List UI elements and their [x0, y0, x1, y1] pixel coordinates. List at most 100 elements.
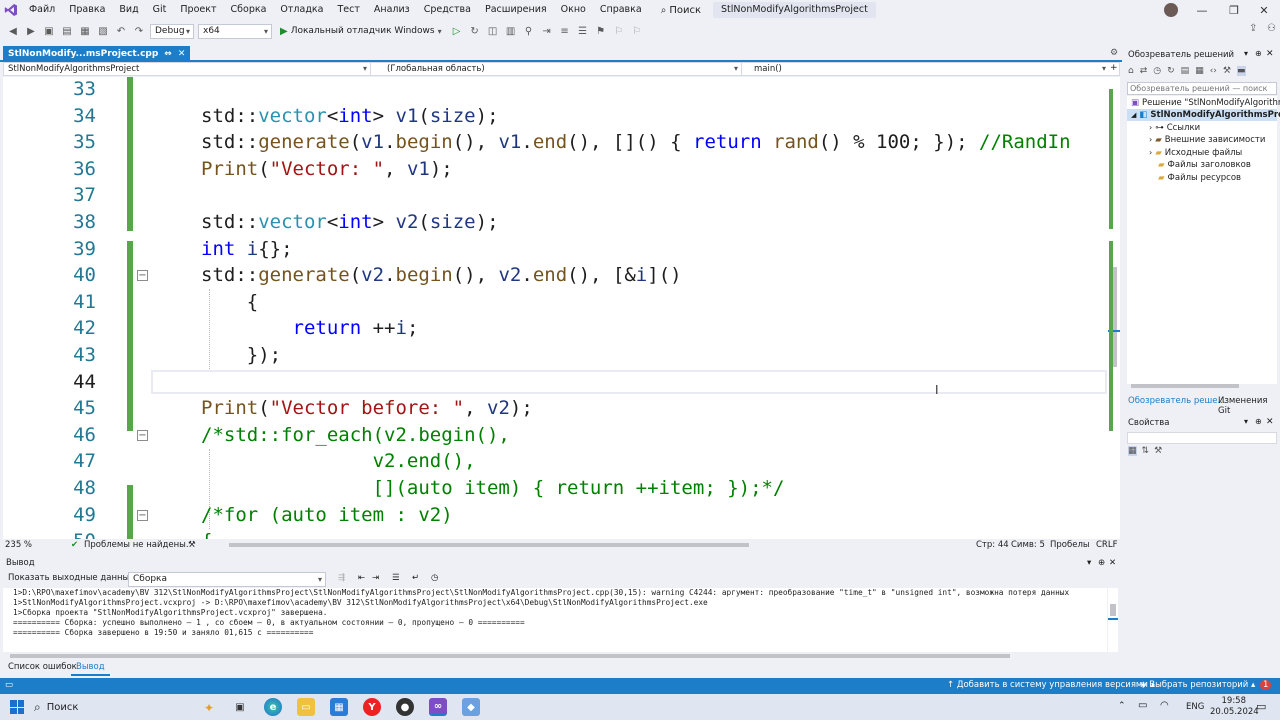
tab-git-changes[interactable]: Изменения Git	[1218, 396, 1280, 416]
task-view-icon[interactable]: ▣	[231, 698, 249, 716]
tab-solution-explorer[interactable]: Обозреватель реше...	[1128, 396, 1226, 406]
wifi-icon[interactable]: ◠	[1160, 700, 1169, 711]
dropdown-icon[interactable]: ▾	[1244, 417, 1248, 426]
line-indicator[interactable]: Стр: 44	[976, 540, 1009, 550]
code-line[interactable]: /*for (auto item : v2)	[201, 502, 453, 529]
word-wrap-icon[interactable]: ↵	[412, 573, 419, 583]
add-to-vcs[interactable]: ↑ Добавить в систему управления версиями…	[947, 680, 1155, 690]
yandex-icon[interactable]: Y	[363, 698, 381, 716]
whitespace-indicator[interactable]: Пробелы	[1050, 540, 1090, 550]
tree-item-resource-files[interactable]: ▰ Файлы ресурсов	[1158, 172, 1241, 184]
code-line[interactable]: std::vector<int> v1(size);	[201, 103, 499, 130]
code-view-icon[interactable]: ‹›	[1210, 66, 1217, 76]
menu-item-3[interactable]: Git	[146, 0, 174, 20]
live-share-icon[interactable]: ⇪	[1249, 23, 1257, 34]
tab-error-list[interactable]: Список ошибок	[3, 660, 82, 674]
back-icon[interactable]: ◀	[6, 24, 20, 38]
code-line[interactable]: Print("Vector before: ", v2);	[201, 395, 533, 422]
tab-close-icon[interactable]: ✕	[178, 46, 186, 62]
undo-icon[interactable]: ↶	[114, 24, 128, 38]
tree-item-project[interactable]: ◢ ◧ StlNonModifyAlgorithmsProject	[1127, 109, 1280, 121]
notifications-icon[interactable]: ▭	[1256, 700, 1266, 713]
code-line[interactable]: std::vector<int> v2(size);	[201, 209, 499, 236]
code-line[interactable]: return ++i;	[201, 315, 419, 342]
chevron-right-icon[interactable]: ›	[1149, 147, 1152, 159]
tree-item-references[interactable]: › ⊶ Ссылки	[1149, 122, 1200, 134]
fold-toggle[interactable]: −	[137, 270, 148, 281]
next-message-icon[interactable]: ⇥	[372, 573, 379, 583]
menu-item-9[interactable]: Средства	[417, 0, 478, 20]
clock-icon[interactable]: ◷	[431, 573, 438, 583]
output-vertical-scrollbar[interactable]	[1108, 588, 1118, 652]
file-explorer-icon[interactable]: ▭	[297, 698, 315, 716]
expand-triangle-icon[interactable]: ◢	[1131, 109, 1136, 121]
output-source-select[interactable]: Сборка	[128, 572, 326, 587]
tree-item-external-deps[interactable]: › ▰ Внешние зависимости	[1149, 134, 1265, 146]
store-icon[interactable]: ▦	[330, 698, 348, 716]
menu-item-12[interactable]: Справка	[593, 0, 649, 20]
menu-item-1[interactable]: Правка	[62, 0, 112, 20]
redo-icon[interactable]: ↷	[132, 24, 146, 38]
menu-item-2[interactable]: Вид	[112, 0, 145, 20]
panel-close-icon[interactable]: ✕	[1266, 417, 1274, 427]
feedback-icon[interactable]: ⚇	[1267, 23, 1276, 34]
menu-item-0[interactable]: Файл	[22, 0, 62, 20]
windows-start-icon[interactable]	[10, 700, 24, 714]
scroll-thumb[interactable]	[1110, 604, 1116, 616]
bookmark-icon[interactable]: ⚑	[594, 24, 608, 38]
settings-gear-icon[interactable]: ⚙	[1110, 48, 1118, 58]
pin-icon[interactable]: ⊕	[1255, 417, 1262, 426]
alphabetical-icon[interactable]: ⇅	[1142, 446, 1150, 456]
language-indicator[interactable]: ENG	[1186, 702, 1204, 712]
sync-icon[interactable]: ⇄	[1140, 66, 1148, 76]
menu-item-5[interactable]: Сборка	[224, 0, 274, 20]
code-editor[interactable]: − − − 33 34 35 36 37 38 39 40 41 42 43 44 45 46 47 48 49…	[3, 77, 1120, 539]
dropdown-icon[interactable]: ▾	[1087, 556, 1091, 570]
fold-toggle[interactable]: −	[137, 430, 148, 441]
editor-vertical-scrollbar[interactable]	[1108, 77, 1120, 539]
problems-status[interactable]: Проблемы не найдены.	[84, 540, 189, 550]
format-icon[interactable]: ≡	[558, 24, 572, 38]
properties-wrench-icon[interactable]: ⚒	[1223, 66, 1231, 76]
column-indicator[interactable]: Симв: 5	[1011, 540, 1045, 550]
pin-icon[interactable]: ⊕	[1255, 49, 1262, 58]
platform-select[interactable]: x64	[198, 23, 272, 39]
categorized-icon[interactable]: ▦	[1128, 446, 1137, 456]
show-all-icon[interactable]: ▦	[1195, 66, 1204, 76]
dropdown-icon[interactable]: ▾	[1244, 49, 1248, 58]
chevron-right-icon[interactable]: ›	[1149, 122, 1152, 134]
preview-icon[interactable]: ▬	[1236, 66, 1246, 76]
prev-message-icon[interactable]: ⇤	[358, 573, 365, 583]
search-button[interactable]: ⌕ Поиск	[655, 5, 707, 16]
code-line[interactable]: });	[201, 342, 281, 369]
refresh-icon[interactable]: ↻	[1167, 66, 1175, 76]
layout-icon[interactable]: ▥	[504, 24, 518, 38]
code-line[interactable]: std::generate(v1.begin(), v1.end(), []()…	[201, 129, 1071, 156]
run-without-debug-icon[interactable]: ▷	[450, 24, 464, 38]
horizontal-scroll-thumb[interactable]	[229, 543, 749, 547]
chevron-right-icon[interactable]: ›	[1149, 134, 1152, 146]
code-line[interactable]: v2.end(),	[201, 448, 476, 475]
open-folder-icon[interactable]: ▤	[60, 24, 74, 38]
fold-toggle[interactable]: −	[137, 510, 148, 521]
visual-studio-taskbar-icon[interactable]: ∞	[429, 698, 447, 716]
code-line[interactable]: Print("Vector: ", v1);	[201, 156, 453, 183]
scope-dropdown[interactable]: (Глобальная область)	[371, 63, 742, 75]
tree-horizontal-scroll-thumb[interactable]	[1131, 384, 1239, 388]
menu-item-10[interactable]: Расширения	[478, 0, 554, 20]
panel-close-icon[interactable]: ✕	[1109, 556, 1116, 570]
bookmark-next-icon[interactable]: ⚐	[630, 24, 644, 38]
avatar[interactable]	[1164, 3, 1178, 17]
code-line[interactable]: {	[201, 528, 212, 539]
code-line[interactable]: {	[201, 289, 258, 316]
zoom-level[interactable]: 235 %	[5, 540, 32, 550]
property-pages-icon[interactable]: ⚒	[1154, 446, 1162, 456]
bird-app-icon[interactable]: ◆	[462, 698, 480, 716]
clear-all-icon[interactable]: ☰	[392, 573, 400, 583]
tray-chevron-up-icon[interactable]: ⌃	[1118, 701, 1126, 711]
attach-icon[interactable]: ⚲	[522, 24, 536, 38]
save-icon[interactable]: ▦	[78, 24, 92, 38]
project-dropdown[interactable]: StlNonModifyAlgorithmsProject	[4, 63, 371, 75]
history-icon[interactable]: ◷	[1153, 66, 1161, 76]
select-repo[interactable]: ◈ Выбрать репозиторий ▴	[1140, 680, 1255, 690]
